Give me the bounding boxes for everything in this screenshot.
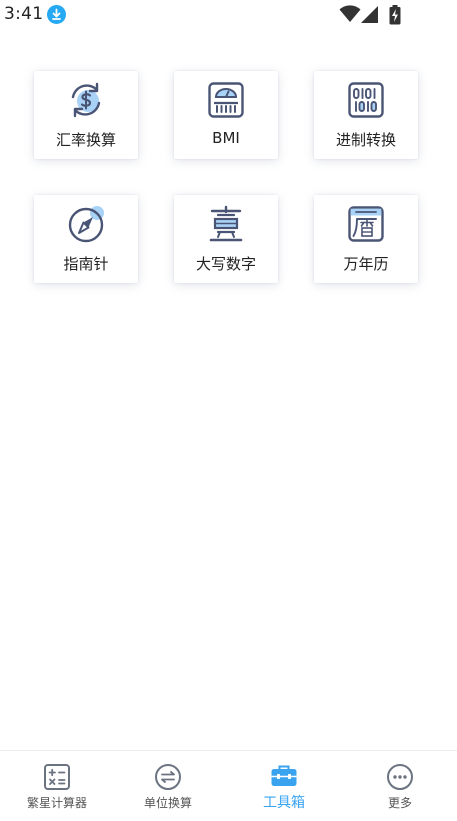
nav-item-toolbox[interactable]: 工具箱: [227, 751, 341, 821]
tool-label: 汇率换算: [55, 131, 116, 149]
nav-item-unit-conversion[interactable]: 单位换算: [111, 751, 225, 821]
chinese-numeral-icon: [209, 205, 243, 242]
tool-compass[interactable]: 指南针: [34, 195, 138, 283]
tool-label: 进制转换: [335, 131, 396, 149]
tool-label: BMI: [212, 129, 240, 147]
swap-icon: [155, 764, 181, 790]
nav-label: 单位换算: [143, 796, 192, 810]
wifi-icon: [339, 5, 361, 22]
tool-chinese-numerals[interactable]: 大写数字: [174, 195, 278, 283]
bottom-navigation: 繁星计算器 单位换算 工具箱 更多: [0, 750, 457, 821]
tool-calendar[interactable]: 万年历: [314, 195, 418, 283]
nav-label: 更多: [387, 796, 412, 810]
signal-icon: [361, 6, 378, 23]
tool-label: 大写数字: [195, 255, 256, 273]
toolbox-icon: [271, 765, 297, 786]
status-bar: 3:41: [0, 0, 457, 30]
currency-exchange-icon: [71, 82, 101, 118]
binary-icon: [348, 82, 384, 118]
scale-icon: [208, 82, 244, 118]
battery-charging-icon: [389, 5, 401, 25]
tool-exchange-rate[interactable]: 汇率换算: [34, 71, 138, 159]
nav-item-more[interactable]: 更多: [343, 751, 457, 821]
nav-item-calculator[interactable]: 繁星计算器: [0, 751, 114, 821]
nav-label: 工具箱: [263, 795, 305, 811]
status-icons: [339, 5, 429, 25]
nav-label: 繁星计算器: [26, 796, 87, 810]
calculator-icon: [44, 764, 70, 790]
tool-label: 指南针: [63, 255, 109, 273]
calendar-icon: [348, 206, 384, 242]
compass-icon: [68, 206, 104, 243]
more-icon: [387, 764, 413, 790]
tool-label: 万年历: [343, 255, 389, 273]
status-time: 3:41: [4, 4, 44, 24]
tool-base-conversion[interactable]: 进制转换: [314, 71, 418, 159]
download-icon: [47, 5, 66, 24]
tool-bmi[interactable]: BMI: [174, 71, 278, 159]
